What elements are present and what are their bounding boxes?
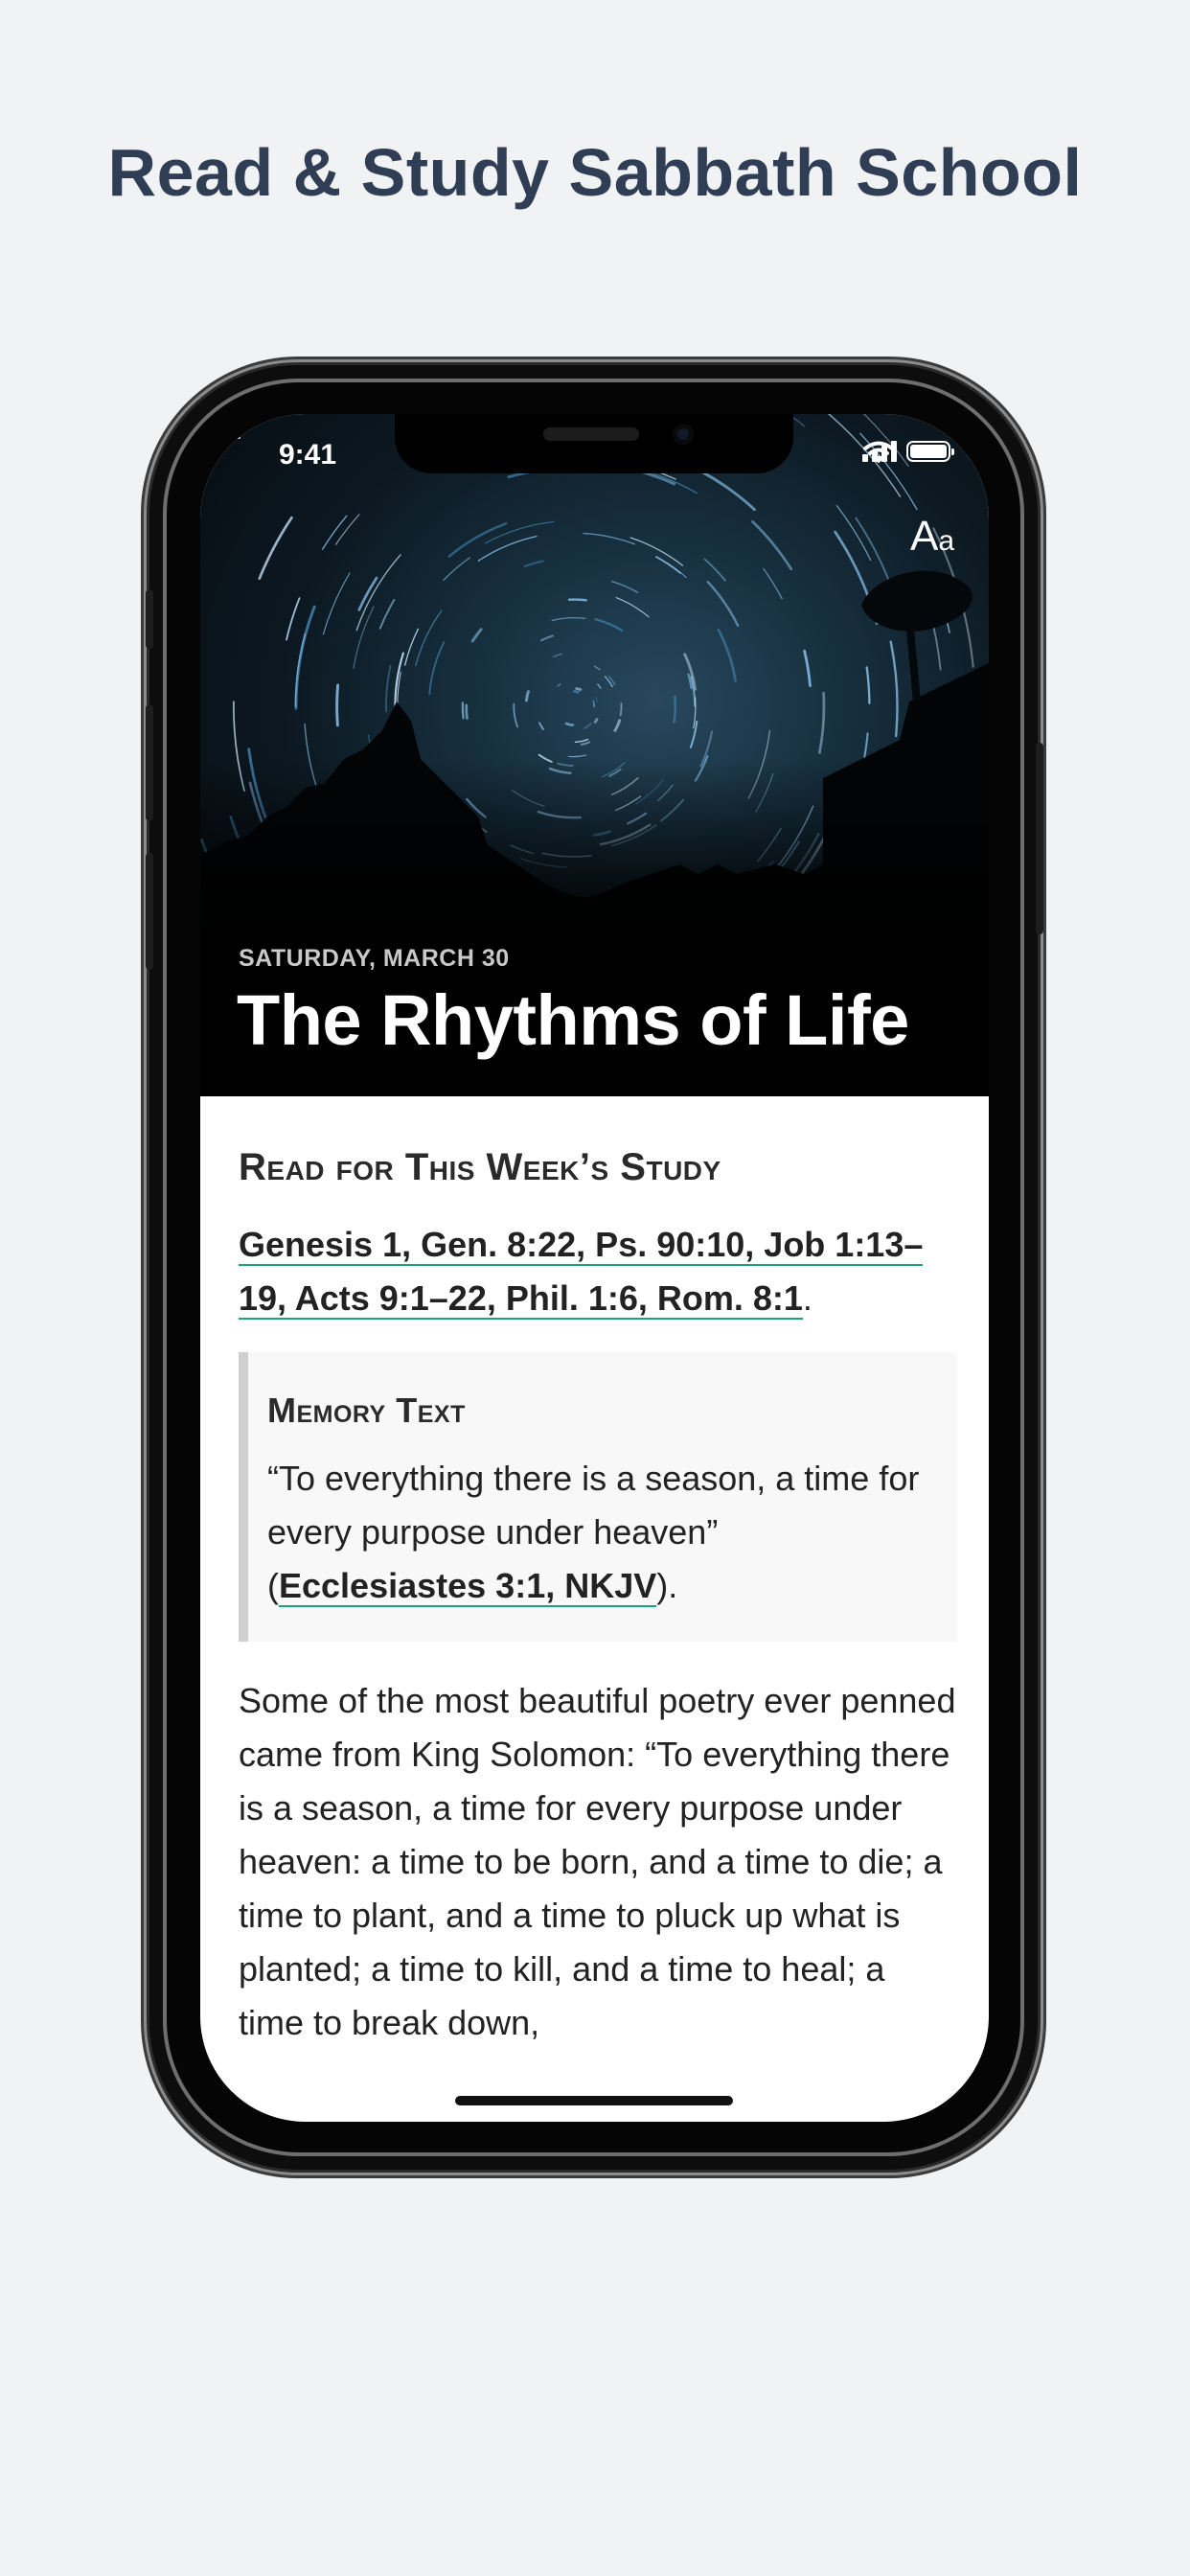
lesson-date: SATURDAY, MARCH 30 xyxy=(239,945,510,972)
arrow-left-icon[interactable] xyxy=(200,414,246,460)
phone-notch xyxy=(395,414,793,473)
status-icons xyxy=(862,441,954,463)
wifi-icon xyxy=(863,441,894,463)
side-button-mute xyxy=(146,589,153,649)
status-time: 9:41 xyxy=(279,439,337,471)
phone-screen: 9:41 Aa SATURDAY, MARCH 30 The Rhythms o… xyxy=(200,414,989,2122)
scripture-link-ecclesiastes[interactable]: Ecclesiastes 3:1, NKJV xyxy=(279,1566,657,1607)
memory-text-box: Memory Text “To everything there is a se… xyxy=(239,1352,957,1642)
memory-quote: “To everything there is a season, a time… xyxy=(267,1452,932,1613)
font-settings-button[interactable]: Aa xyxy=(910,514,954,564)
page-headline: Read & Study Sabbath School xyxy=(107,135,1083,210)
home-indicator[interactable] xyxy=(455,2096,733,2105)
memory-open-paren: ( xyxy=(267,1566,279,1605)
scripture-link-refs-2[interactable]: 19, Acts 9:1–22, Phil. 1:6, Rom. 8:1 xyxy=(239,1278,803,1320)
memory-close: ). xyxy=(656,1566,678,1605)
font-icon-small: a xyxy=(938,525,954,557)
scripture-link-refs-1[interactable]: Genesis 1, Gen. 8:22, Ps. 90:10, Job 1:1… xyxy=(239,1225,924,1266)
lesson-content: Read for This Week’s Study Genesis 1, Ge… xyxy=(239,1096,957,2050)
side-button-volume-down xyxy=(146,853,153,970)
reading-references: Genesis 1, Gen. 8:22, Ps. 90:10, Job 1:1… xyxy=(239,1218,957,1325)
memory-heading: Memory Text xyxy=(267,1391,466,1430)
memory-quote-text: “To everything there is a season, a time… xyxy=(267,1459,920,1552)
reading-heading: Read for This Week’s Study xyxy=(239,1146,721,1188)
refs-period: . xyxy=(802,1278,812,1318)
hero-image-star-trails: 9:41 Aa SATURDAY, MARCH 30 The Rhythms o… xyxy=(200,414,989,1096)
side-button-volume-up xyxy=(146,704,153,821)
front-camera xyxy=(673,424,694,445)
side-button-power xyxy=(1036,743,1043,934)
lesson-title: The Rhythms of Life xyxy=(237,980,909,1060)
font-icon-big: A xyxy=(909,513,939,560)
speaker-grille xyxy=(543,427,639,441)
lesson-paragraph: Some of the most beautiful poetry ever p… xyxy=(239,1681,956,2042)
battery-icon xyxy=(906,441,954,462)
